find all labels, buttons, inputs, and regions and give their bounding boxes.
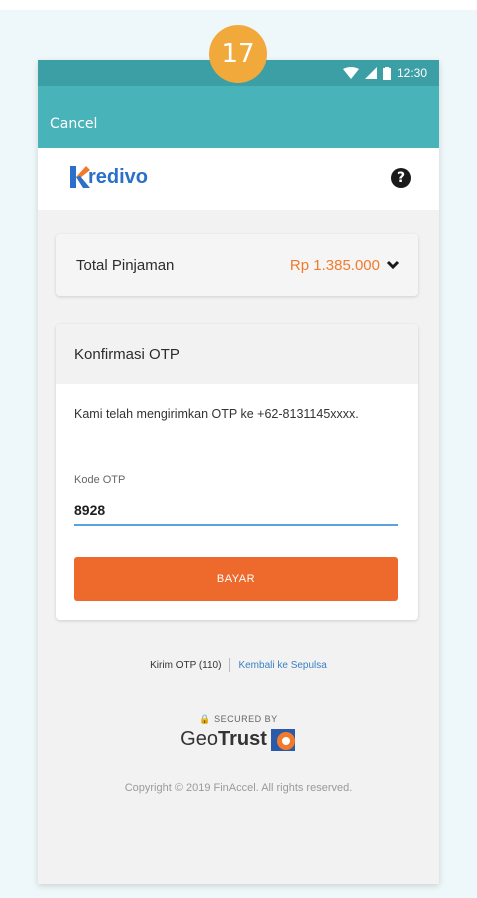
geotrust-text-light: Geo <box>180 727 218 750</box>
status-time: 12:30 <box>396 66 427 80</box>
total-loan-amount: Rp 1.385.000 <box>289 256 380 274</box>
kredivo-k-mark-icon <box>70 166 90 188</box>
geotrust-logo-icon <box>270 729 295 751</box>
secured-badge: 🔒 SECURED BY GeoTrust <box>38 714 439 751</box>
page-top-strip <box>0 0 477 10</box>
back-to-merchant-link[interactable]: Kembali ke Sepulsa <box>238 660 326 671</box>
cancel-link[interactable]: Cancel <box>50 116 97 132</box>
phone-frame: 12:30 Cancel redivo ? Total Pinjaman Rp … <box>38 60 439 884</box>
total-loan-card[interactable]: Total Pinjaman Rp 1.385.000 <box>56 234 418 296</box>
step-number-badge: 17 <box>209 25 267 83</box>
pay-button[interactable]: BAYAR <box>74 557 398 601</box>
copyright-text: Copyright © 2019 FinAccel. All rights re… <box>124 782 353 794</box>
otp-title: Konfirmasi OTP <box>56 324 418 384</box>
battery-icon <box>382 66 391 80</box>
help-icon[interactable]: ? <box>391 168 411 188</box>
chevron-down-icon[interactable] <box>386 260 400 270</box>
footer-links: Kirim OTP (110) Kembali ke Sepulsa <box>38 658 439 672</box>
kredivo-logo: redivo <box>68 164 148 190</box>
header-bar: Cancel <box>38 86 439 148</box>
otp-message: Kami telah mengirimkan OTP ke +62-813114… <box>74 407 359 421</box>
logo-text: redivo <box>88 165 149 188</box>
wifi-icon <box>342 67 359 79</box>
resend-otp-link[interactable]: Kirim OTP (110) <box>150 660 221 671</box>
lock-icon: 🔒 <box>199 714 212 724</box>
geotrust-text-bold: Trust <box>217 727 267 750</box>
brand-bar: redivo ? <box>38 148 439 210</box>
secured-label: 🔒 SECURED BY <box>38 714 439 725</box>
otp-input[interactable] <box>74 496 398 526</box>
otp-card: Konfirmasi OTP Kami telah mengirimkan OT… <box>56 324 418 620</box>
otp-field-label: Kode OTP <box>74 474 126 486</box>
geotrust-text: GeoTrust <box>180 728 267 751</box>
total-loan-value: Rp 1.385.000 <box>290 257 400 274</box>
signal-icon <box>364 67 377 79</box>
geotrust-logo: GeoTrust <box>38 727 439 751</box>
footer-divider <box>229 658 231 672</box>
total-loan-label: Total Pinjaman <box>76 256 175 274</box>
secured-text: SECURED BY <box>214 714 278 724</box>
